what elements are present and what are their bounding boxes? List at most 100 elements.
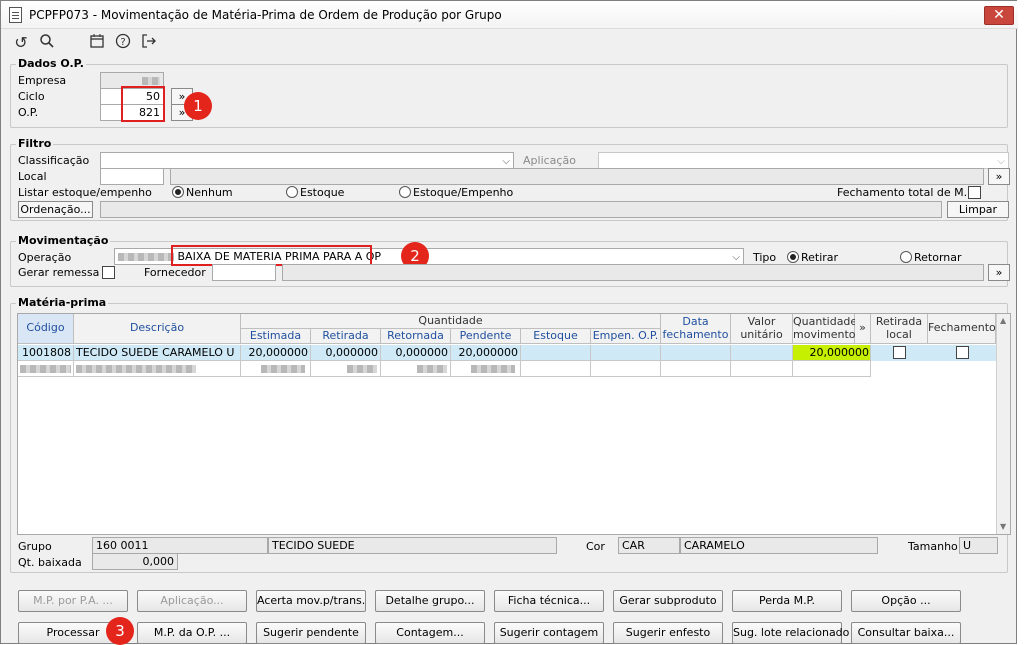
cell-retirada: 0,000000 xyxy=(311,345,381,361)
col-codigo[interactable]: Código xyxy=(18,314,74,344)
scroll-down-icon[interactable]: ▼ xyxy=(1000,522,1006,531)
fechamento-total-checkbox[interactable] xyxy=(968,186,981,199)
col-fechamento[interactable]: Fechamento xyxy=(928,314,996,344)
exit-icon[interactable] xyxy=(139,33,159,53)
col-retirada[interactable]: Retirada xyxy=(311,329,381,344)
sugerir-contagem-button[interactable]: Sugerir contagem xyxy=(494,622,604,644)
dados-op-title: Dados O.P. xyxy=(16,57,86,70)
gerar-subproduto-button[interactable]: Gerar subproduto xyxy=(613,590,723,612)
cell-estoque xyxy=(521,345,591,361)
classificacao-select[interactable]: ⌵ xyxy=(100,152,514,169)
radio-retornar[interactable] xyxy=(900,251,912,263)
radio-retirar-label: Retirar xyxy=(801,251,839,264)
ciclo-label: Ciclo xyxy=(18,90,45,103)
materia-prima-title: Matéria-prima xyxy=(16,296,109,309)
radio-nenhum-label: Nenhum xyxy=(186,186,233,199)
col-retornada[interactable]: Retornada xyxy=(381,329,451,344)
col-quantidade-movimento[interactable]: Quantidade movimento xyxy=(793,314,857,344)
cor-desc-field: CARAMELO xyxy=(680,537,878,554)
table-row[interactable]: 1001808 TECIDO SUEDE CARAMELO U 20,00000… xyxy=(18,345,996,361)
mp-por-pa-button[interactable]: M.P. por P.A. ... xyxy=(18,590,128,612)
gerar-remessa-label: Gerar remessa xyxy=(18,266,100,279)
table-row-blurred[interactable] xyxy=(18,361,996,377)
detalhe-grupo-button[interactable]: Detalhe grupo... xyxy=(375,590,485,612)
opcao-button[interactable]: Opção ... xyxy=(851,590,961,612)
fornecedor-description xyxy=(282,264,984,281)
ficha-tecnica-button[interactable]: Ficha técnica... xyxy=(494,590,604,612)
undo-icon[interactable]: ↺ xyxy=(11,33,31,53)
retirada-local-checkbox[interactable] xyxy=(893,346,906,359)
radio-estoque[interactable] xyxy=(286,186,298,198)
classificacao-label: Classificação xyxy=(18,154,90,167)
sugerir-enfesto-button[interactable]: Sugerir enfesto xyxy=(613,622,723,644)
col-pendente[interactable]: Pendente xyxy=(451,329,521,344)
cell-data-fechamento xyxy=(661,345,731,361)
desktop-edge xyxy=(1018,0,1029,644)
aplicacao-button[interactable]: Aplicação... xyxy=(137,590,247,612)
fornecedor-more-button[interactable]: » xyxy=(988,264,1010,281)
radio-estoque-empenho[interactable] xyxy=(399,186,411,198)
gerar-remessa-checkbox[interactable] xyxy=(102,266,115,279)
cor-code-field: CAR xyxy=(618,537,680,554)
acerta-mov-button[interactable]: Acerta mov.p/trans. xyxy=(256,590,366,612)
radio-estoque-empenho-label: Estoque/Empenho xyxy=(413,186,514,199)
radio-nenhum[interactable] xyxy=(172,186,184,198)
contagem-button[interactable]: Contagem... xyxy=(375,622,485,644)
cell-valor-unitario xyxy=(731,345,793,361)
fechamento-total-label: Fechamento total de M.P. xyxy=(837,186,976,199)
local-field[interactable] xyxy=(100,168,164,185)
radio-retornar-label: Retornar xyxy=(914,251,962,264)
step-badge-3: 3 xyxy=(106,617,134,645)
radio-retirar[interactable] xyxy=(787,251,799,263)
limpar-button[interactable]: Limpar xyxy=(947,201,1009,218)
col-retirada-local[interactable]: Retirada local xyxy=(871,314,928,344)
op-label: O.P. xyxy=(18,106,39,119)
local-more-button[interactable]: » xyxy=(988,168,1010,185)
scroll-up-icon[interactable]: ▲ xyxy=(1000,316,1006,325)
tipo-label: Tipo xyxy=(753,251,777,264)
cell-pendente: 20,000000 xyxy=(451,345,521,361)
grupo-label: Grupo xyxy=(18,540,52,553)
calendar-icon[interactable] xyxy=(87,33,107,53)
tamanho-field: U xyxy=(959,537,998,554)
sugerir-pendente-button[interactable]: Sugerir pendente xyxy=(256,622,366,644)
qt-baixada-label: Qt. baixada xyxy=(18,556,82,569)
close-button[interactable]: ✕ xyxy=(984,6,1014,25)
fechamento-checkbox[interactable] xyxy=(956,346,969,359)
svg-text:?: ? xyxy=(120,37,125,48)
highlight-box-1 xyxy=(121,86,165,122)
mp-da-op-button[interactable]: M.P. da O.P. ... xyxy=(137,622,247,644)
col-group-quantidade: Quantidade xyxy=(241,314,661,329)
col-estimada[interactable]: Estimada xyxy=(241,329,311,344)
app-window: PCPFP073 - Movimentação de Matéria-Prima… xyxy=(0,0,1018,645)
qt-baixada-field: 0,000 xyxy=(92,553,178,570)
sug-lote-relacionado-button[interactable]: Sug. lote relacionado xyxy=(732,622,849,644)
ordenacao-button[interactable]: Ordenação... xyxy=(18,201,93,218)
cell-quantidade-movimento[interactable]: 20,000000 xyxy=(793,345,871,361)
movimentacao-title: Movimentação xyxy=(16,234,111,247)
filtro-title: Filtro xyxy=(16,137,54,150)
col-descricao[interactable]: Descrição xyxy=(74,314,241,344)
perda-mp-button[interactable]: Perda M.P. xyxy=(732,590,842,612)
consultar-baixa-button[interactable]: Consultar baixa... xyxy=(851,622,961,644)
col-more-button[interactable]: » xyxy=(855,314,871,344)
fornecedor-label: Fornecedor xyxy=(144,266,206,279)
aplicacao-label: Aplicação xyxy=(523,154,576,167)
empresa-label: Empresa xyxy=(18,74,67,87)
col-valor-unitario[interactable]: Valor unitário xyxy=(731,314,793,344)
grid-scrollbar[interactable]: ▲ ▼ xyxy=(996,314,1010,534)
col-estoque[interactable]: Estoque xyxy=(521,329,591,344)
step-badge-1: 1 xyxy=(184,92,212,120)
local-label: Local xyxy=(18,170,47,183)
search-icon[interactable] xyxy=(37,33,57,53)
col-empen-op[interactable]: Empen. O.P. xyxy=(591,329,661,344)
listar-label: Listar estoque/empenho xyxy=(18,186,152,199)
document-icon xyxy=(9,7,22,23)
help-icon[interactable]: ? xyxy=(113,33,133,53)
cell-codigo: 1001808 xyxy=(18,345,74,361)
col-data-fechamento[interactable]: Data fechamento xyxy=(661,314,731,344)
grupo-desc-field: TECIDO SUEDE xyxy=(268,537,557,554)
cell-retornada: 0,000000 xyxy=(381,345,451,361)
fornecedor-field[interactable] xyxy=(212,264,276,281)
aplicacao-select[interactable]: ⌵ xyxy=(598,152,1009,169)
